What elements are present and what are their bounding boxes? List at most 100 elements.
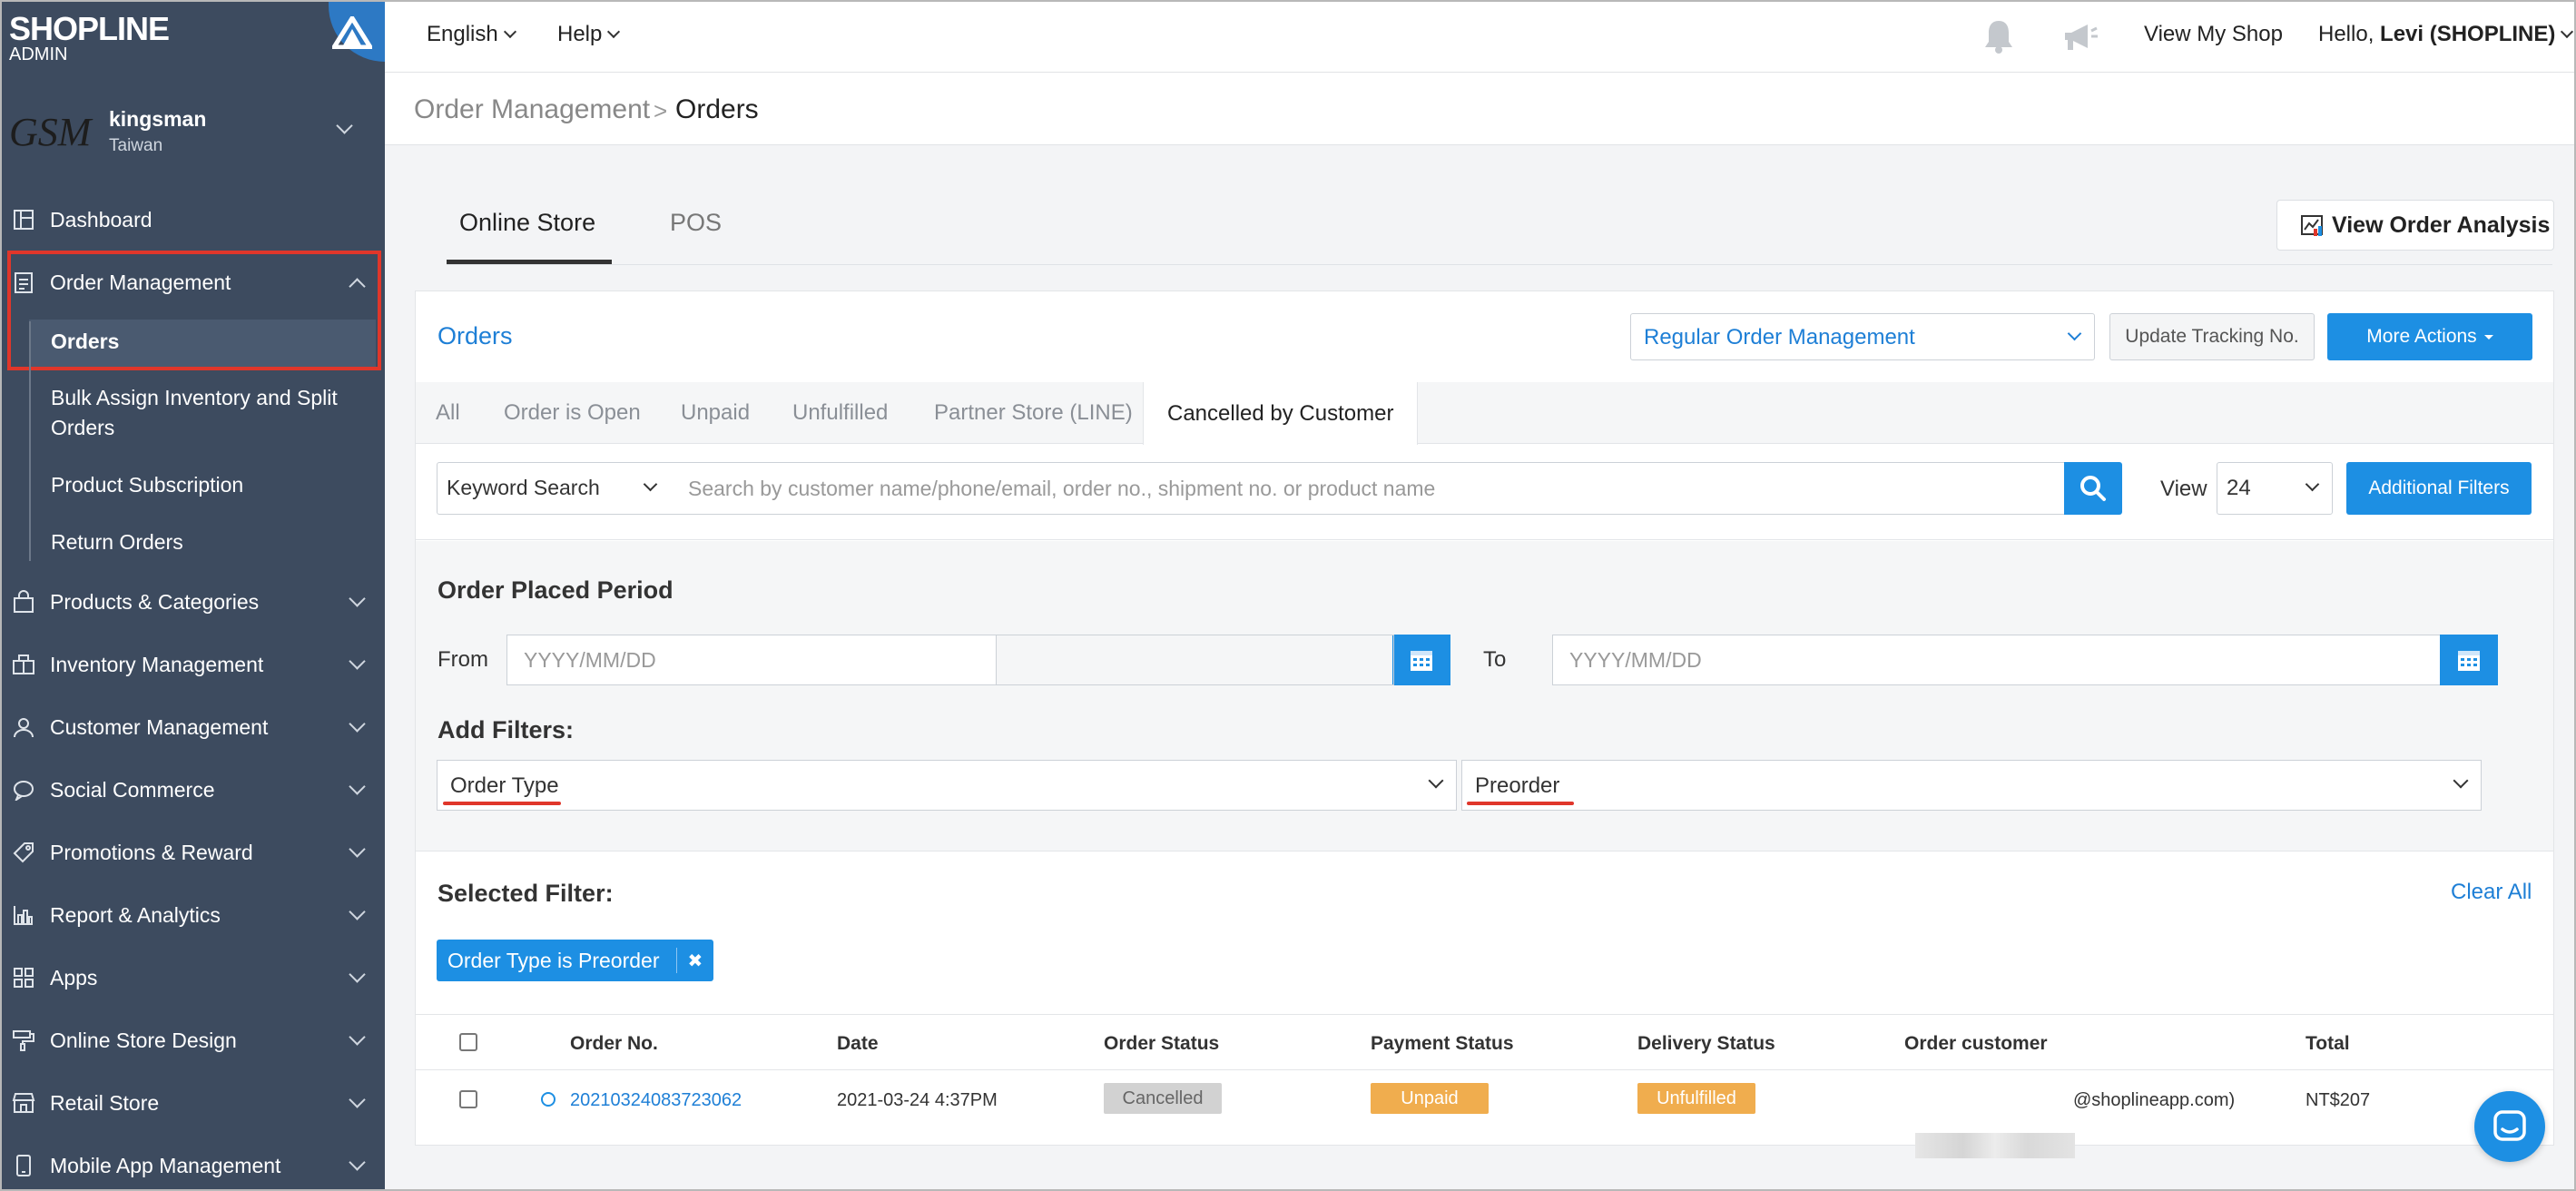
help-label: Help [557, 22, 603, 46]
shopline-logo[interactable]: SHOPLINE ADMIN [9, 10, 170, 64]
orders-card: Orders Regular Order Management Update T… [415, 290, 2554, 1158]
more-actions-label: More Actions [2366, 326, 2477, 347]
sidebar-subitem-orders[interactable]: Orders [51, 327, 119, 357]
sidebar-item-order-management[interactable]: Order Management [2, 255, 385, 310]
status-tab-unfulfilled[interactable]: Unfulfilled [792, 382, 888, 444]
tab-pos[interactable]: POS [670, 209, 722, 237]
store-name: kingsman [109, 107, 207, 131]
tab-online-store[interactable]: Online Store [459, 209, 595, 237]
sidebar-subitem-product-subscription[interactable]: Product Subscription [51, 470, 243, 500]
filter-field-select[interactable]: Order Type [437, 760, 1457, 811]
help-dropdown[interactable]: Help [557, 22, 621, 47]
select-all-checkbox[interactable] [459, 1033, 477, 1051]
chevron-down-icon [607, 25, 621, 39]
chat-support-button[interactable] [2474, 1091, 2545, 1162]
clipboard-icon [11, 270, 36, 295]
chevron-down-icon [2561, 25, 2574, 39]
sidebar-subitem-bulk-assign[interactable]: Bulk Assign Inventory and Split Orders [51, 383, 338, 443]
bag-icon [11, 589, 36, 615]
filter-value-select[interactable]: Preorder [1461, 760, 2482, 811]
column-header[interactable]: Date [837, 1033, 879, 1055]
analytics-icon [2301, 215, 2325, 243]
brand-name: SHOPLINE [9, 10, 170, 47]
more-actions-button[interactable]: More Actions [2327, 313, 2532, 360]
dashboard-icon [11, 207, 36, 232]
clear-all-link[interactable]: Clear All [2451, 880, 2532, 905]
chip-divider [675, 948, 677, 973]
sidebar-item-products[interactable]: Products & Categories [2, 575, 385, 629]
chevron-down-icon [2453, 773, 2469, 789]
column-header[interactable]: Total [2306, 1033, 2350, 1055]
page-size-value: 24 [2227, 476, 2251, 500]
status-tab-unpaid[interactable]: Unpaid [681, 382, 750, 444]
from-date-input[interactable] [506, 635, 997, 685]
store-switcher[interactable]: GSM kingsman Taiwan [9, 100, 372, 169]
sidebar-subitem-return-orders[interactable]: Return Orders [51, 527, 183, 557]
view-order-analysis-button[interactable]: View Order Analysis [2276, 200, 2554, 251]
filter-chip-label: Order Type is Preorder [447, 948, 660, 972]
sidebar-item-label: Online Store Design [50, 1028, 237, 1052]
additional-filters-button[interactable]: Additional Filters [2346, 462, 2532, 515]
sidebar-item-label: Social Commerce [50, 777, 215, 802]
from-calendar-button[interactable] [1392, 635, 1450, 685]
bell-icon[interactable] [1982, 18, 2015, 59]
order-management-select[interactable]: Regular Order Management [1630, 313, 2095, 360]
sidebar-item-label: Dashboard [50, 207, 152, 231]
chevron-down-icon [2305, 477, 2320, 492]
language-dropdown[interactable]: English [427, 22, 516, 47]
store-logo: GSM [9, 110, 92, 154]
search-input[interactable] [668, 462, 2071, 515]
tag-icon [11, 840, 36, 865]
sidebar-item-promotions[interactable]: Promotions & Reward [2, 825, 385, 880]
sidebar-item-retail-store[interactable]: Retail Store [2, 1076, 385, 1130]
view-label: View [2160, 477, 2207, 501]
sidebar-item-mobile-app[interactable]: Mobile App Management [2, 1138, 385, 1189]
sidebar-item-label: Apps [50, 965, 98, 989]
megaphone-icon[interactable] [2062, 22, 2099, 57]
chevron-down-icon [349, 590, 366, 607]
column-header[interactable]: Payment Status [1371, 1033, 1514, 1055]
breadcrumb-parent[interactable]: Order Management [414, 94, 650, 125]
search-button[interactable] [2064, 462, 2122, 515]
annotation-underline [1467, 802, 1574, 805]
submenu-guide-line [29, 321, 31, 561]
chevron-down-icon [349, 715, 366, 733]
chevron-down-icon [349, 1091, 366, 1108]
order-number-link[interactable]: 20210324083723062 [570, 1090, 742, 1111]
row-checkbox[interactable] [459, 1090, 477, 1108]
status-tab-all[interactable]: All [436, 382, 460, 444]
close-icon[interactable]: ✖ [688, 950, 703, 972]
status-tab-cancelled[interactable]: Cancelled by Customer [1143, 382, 1419, 445]
keyword-search-value: Keyword Search [447, 476, 600, 499]
column-header[interactable]: Delivery Status [1637, 1033, 1775, 1055]
table-row[interactable]: 20210324083723062 2021-03-24 4:37PM Canc… [416, 1070, 2553, 1158]
sidebar-item-social-commerce[interactable]: Social Commerce [2, 763, 385, 817]
user-menu[interactable]: Hello, Levi (SHOPLINE) [2318, 22, 2574, 47]
preorder-indicator-icon [541, 1092, 556, 1107]
sidebar-item-apps[interactable]: Apps [2, 950, 385, 1005]
sidebar-item-inventory[interactable]: Inventory Management [2, 637, 385, 692]
status-tab-open[interactable]: Order is Open [504, 382, 641, 444]
app-switcher-icon[interactable] [329, 2, 385, 62]
to-date-input[interactable] [1552, 635, 2498, 685]
sidebar-item-customers[interactable]: Customer Management [2, 700, 385, 754]
sidebar-item-online-store-design[interactable]: Online Store Design [2, 1013, 385, 1068]
table-header: Order No. Date Order Status Payment Stat… [416, 1014, 2553, 1070]
calendar-icon [2458, 651, 2480, 671]
sidebar-item-reports[interactable]: Report & Analytics [2, 888, 385, 942]
column-header[interactable]: Order No. [570, 1033, 658, 1055]
column-header[interactable]: Order Status [1104, 1033, 1219, 1055]
update-tracking-button[interactable]: Update Tracking No. [2109, 313, 2315, 360]
to-calendar-button[interactable] [2440, 635, 2498, 685]
sidebar-item-dashboard[interactable]: Dashboard [2, 192, 385, 247]
status-tab-partner-store[interactable]: Partner Store (LINE) [934, 382, 1133, 444]
sidebar-item-label: Products & Categories [50, 589, 260, 614]
column-header[interactable]: Order customer [1904, 1033, 2048, 1055]
page-size-select[interactable]: 24 [2217, 462, 2333, 515]
payment-status-badge: Unpaid [1371, 1083, 1489, 1114]
sidebar-item-label: Promotions & Reward [50, 840, 253, 864]
keyword-search-select[interactable]: Keyword Search [437, 462, 669, 515]
store-region: Taiwan [109, 136, 163, 155]
view-my-shop-link[interactable]: View My Shop [2144, 22, 2283, 47]
to-label: To [1483, 647, 1507, 672]
